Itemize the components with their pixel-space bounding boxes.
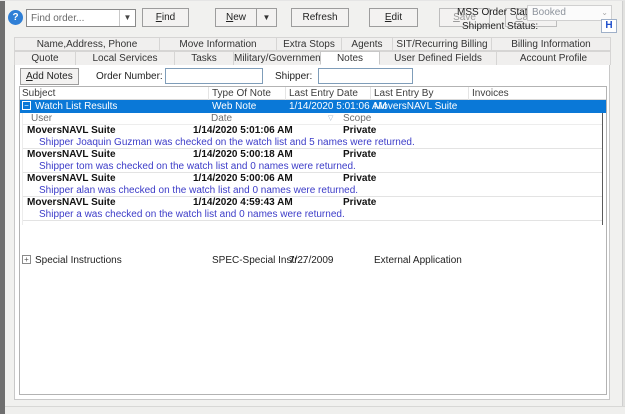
tab-row-1: Name,Address, Phone Move Information Ext… (14, 37, 610, 51)
tab-account-profile[interactable]: Account Profile (496, 51, 611, 65)
shipper-label: Shipper: (275, 71, 312, 82)
add-notes-button[interactable]: Add Notes (20, 68, 79, 85)
new-button[interactable]: New (215, 8, 257, 27)
tab-name-address-phone[interactable]: Name,Address, Phone (14, 37, 160, 51)
tab-user-defined-fields[interactable]: User Defined Fields (379, 51, 497, 65)
order-number-input[interactable] (165, 68, 263, 84)
note-entry-row[interactable]: MoversNAVL Suite 1/14/2020 5:00:18 AM Pr… (23, 149, 602, 161)
tab-strip: Name,Address, Phone Move Information Ext… (14, 37, 610, 65)
tab-military-government[interactable]: Military/Government (233, 51, 321, 65)
entry-scope: Private (343, 125, 376, 137)
mss-order-status-value: Booked (532, 7, 566, 18)
col-header-last-entry-by[interactable]: Last Entry By (374, 87, 433, 100)
shipment-status-label: Shipment Status: (462, 21, 538, 32)
find-order-input[interactable] (29, 11, 119, 25)
window-bottom-edge (5, 406, 625, 414)
entry-user: MoversNAVL Suite (27, 125, 116, 137)
tab-extra-stops[interactable]: Extra Stops (276, 37, 342, 51)
tab-sit-recurring-billing[interactable]: SIT/Recurring Billing (392, 37, 492, 51)
tab-move-information[interactable]: Move Information (159, 37, 277, 51)
entry-user: MoversNAVL Suite (27, 173, 116, 185)
subgrid-header-row: User Date ▽ Scope (23, 113, 602, 125)
refresh-button[interactable]: Refresh (291, 8, 349, 27)
sort-descending-icon[interactable]: ▽ (328, 113, 333, 125)
col-header-type-of-note[interactable]: Type Of Note (212, 87, 271, 100)
subcol-header-scope[interactable]: Scope (343, 113, 371, 125)
tab-quote[interactable]: Quote (14, 51, 76, 65)
subcol-header-user[interactable]: User (31, 113, 52, 125)
note-entry-text: Shipper alan was checked on the watch li… (23, 185, 602, 197)
find-order-combobox[interactable]: ▼ (26, 9, 136, 27)
col-header-last-entry-date[interactable]: Last Entry Date (289, 87, 358, 100)
note-last-entry-date: 1/14/2020 5:01:06 AM (289, 100, 387, 113)
tab-notes[interactable]: Notes (320, 51, 380, 65)
note-entry-row[interactable]: MoversNAVL Suite 1/14/2020 4:59:43 AM Pr… (23, 197, 602, 209)
entry-scope: Private (343, 197, 376, 209)
note-subject: Watch List Results (35, 101, 117, 112)
col-header-subject[interactable]: Subject (22, 87, 55, 100)
order-number-label: Order Number: (96, 71, 163, 82)
note-entry-text: Shipper Joaquin Guzman was checked on th… (23, 137, 602, 149)
notes-tab-page: Add Notes Order Number: Shipper: Subject… (14, 65, 610, 400)
chevron-down-icon: ⌄ (601, 6, 608, 20)
entry-user: MoversNAVL Suite (27, 197, 116, 209)
tab-row-2: Quote Local Services Tasks Military/Gove… (14, 51, 610, 65)
note-last-entry-date: 7/27/2009 (289, 254, 334, 267)
note-type: Web Note (212, 100, 256, 113)
tab-local-services[interactable]: Local Services (75, 51, 175, 65)
note-last-entry-by: External Application (374, 254, 462, 267)
combo-dropdown-icon[interactable]: ▼ (119, 10, 135, 26)
grid-header-row: Subject Type Of Note Last Entry Date Las… (20, 87, 606, 100)
note-last-entry-by: MoversNAVL Suite (374, 100, 457, 113)
entry-date: 1/14/2020 4:59:43 AM (193, 197, 293, 209)
note-row-watch-list-results[interactable]: −Watch List Results Web Note 1/14/2020 5… (20, 100, 606, 113)
note-entry-row[interactable]: MoversNAVL Suite 1/14/2020 5:00:06 AM Pr… (23, 173, 602, 185)
entry-date: 1/14/2020 5:01:06 AM (193, 125, 293, 137)
note-row-special-instructions[interactable]: +Special Instructions SPEC-Special Instr… (20, 254, 606, 267)
entry-scope: Private (343, 149, 376, 161)
help-icon[interactable]: ? (8, 10, 23, 25)
entry-date: 1/14/2020 5:00:18 AM (193, 149, 293, 161)
entry-scope: Private (343, 173, 376, 185)
history-button[interactable]: H (601, 19, 617, 33)
entry-date: 1/14/2020 5:00:06 AM (193, 173, 293, 185)
subcol-header-date[interactable]: Date (211, 113, 232, 125)
note-entry-text: Shipper tom was checked on the watch lis… (23, 161, 602, 173)
edit-button[interactable]: Edit (369, 8, 418, 27)
col-header-invoices[interactable]: Invoices (472, 87, 509, 100)
expand-icon[interactable]: + (22, 255, 31, 264)
notes-grid: Subject Type Of Note Last Entry Date Las… (19, 86, 607, 395)
note-entries-subgrid: User Date ▽ Scope MoversNAVL Suite 1/14/… (22, 113, 603, 225)
application-window: ? ▼ Find New ▼ Refresh Edit Save Cancel … (0, 0, 625, 414)
tab-billing-information[interactable]: Billing Information (491, 37, 611, 51)
mss-order-status-select[interactable]: Booked ⌄ (527, 5, 612, 21)
new-dropdown-icon[interactable]: ▼ (257, 8, 277, 27)
note-subject: Special Instructions (35, 255, 122, 266)
window-left-edge (0, 1, 5, 414)
shipper-input[interactable] (318, 68, 413, 84)
note-entry-row[interactable]: MoversNAVL Suite 1/14/2020 5:01:06 AM Pr… (23, 125, 602, 137)
find-button[interactable]: Find (142, 8, 189, 27)
tab-tasks[interactable]: Tasks (174, 51, 234, 65)
note-entry-text: Shipper a was checked on the watch list … (23, 209, 602, 221)
grid-empty-space (20, 225, 606, 254)
tab-agents[interactable]: Agents (341, 37, 393, 51)
collapse-icon[interactable]: − (22, 101, 31, 110)
entry-user: MoversNAVL Suite (27, 149, 116, 161)
